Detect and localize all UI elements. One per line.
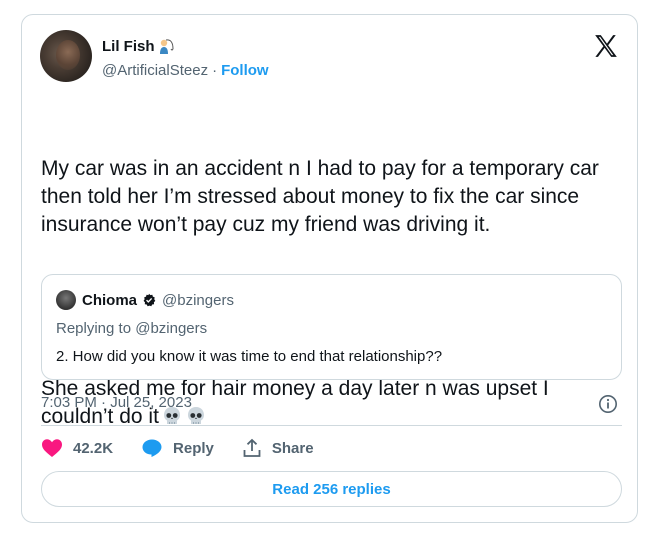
read-replies-button[interactable]: Read 256 replies — [41, 471, 622, 507]
share-button[interactable]: Share — [242, 438, 314, 458]
reply-label: Reply — [173, 439, 214, 457]
info-icon[interactable] — [598, 394, 618, 414]
divider — [41, 425, 622, 426]
follow-link[interactable]: Follow — [221, 62, 269, 79]
like-count: 42.2K — [73, 439, 114, 457]
quoted-author-handle: @bzingers — [162, 291, 234, 309]
timestamp-row: 7:03 PM · Jul 25, 2023 — [41, 394, 622, 416]
author-handle-row: @ArtificialSteez · Follow — [102, 62, 269, 79]
share-label: Share — [271, 439, 314, 457]
heart-icon — [42, 439, 62, 457]
quoted-tweet[interactable]: Chioma @bzingers Replying to @bzingers 2… — [41, 274, 622, 380]
tweet-card: Lil Fish @ArtificialSteez · Follow My car … — [21, 14, 638, 523]
timestamp[interactable]: 7:03 PM · Jul 25, 2023 — [41, 394, 192, 411]
fisherman-emoji-icon — [157, 37, 175, 55]
quoted-author-name: Chioma — [82, 291, 138, 309]
action-bar: 42.2K Reply Share — [41, 437, 342, 459]
replying-to-text: Replying to @bzingers — [56, 320, 208, 337]
quoted-tweet-text: 2. How did you know it was time to end t… — [56, 348, 443, 365]
reply-bubble-icon — [142, 439, 162, 457]
verified-badge-icon — [143, 293, 156, 307]
reply-button[interactable]: Reply — [141, 438, 214, 458]
separator-dot: · — [212, 62, 218, 79]
author-name[interactable]: Lil Fish — [102, 38, 155, 55]
quoted-tweet-header: Chioma @bzingers — [56, 290, 234, 310]
author-name-row: Lil Fish — [102, 37, 175, 55]
author-handle[interactable]: @ArtificialSteez — [102, 62, 208, 79]
share-icon — [243, 438, 261, 457]
quoted-author-avatar — [56, 290, 76, 310]
like-button[interactable]: 42.2K — [41, 438, 113, 458]
author-avatar[interactable] — [40, 30, 92, 82]
x-logo-icon[interactable] — [593, 33, 619, 59]
tweet-paragraph-1: My car was in an accident n I had to pay… — [41, 157, 605, 236]
